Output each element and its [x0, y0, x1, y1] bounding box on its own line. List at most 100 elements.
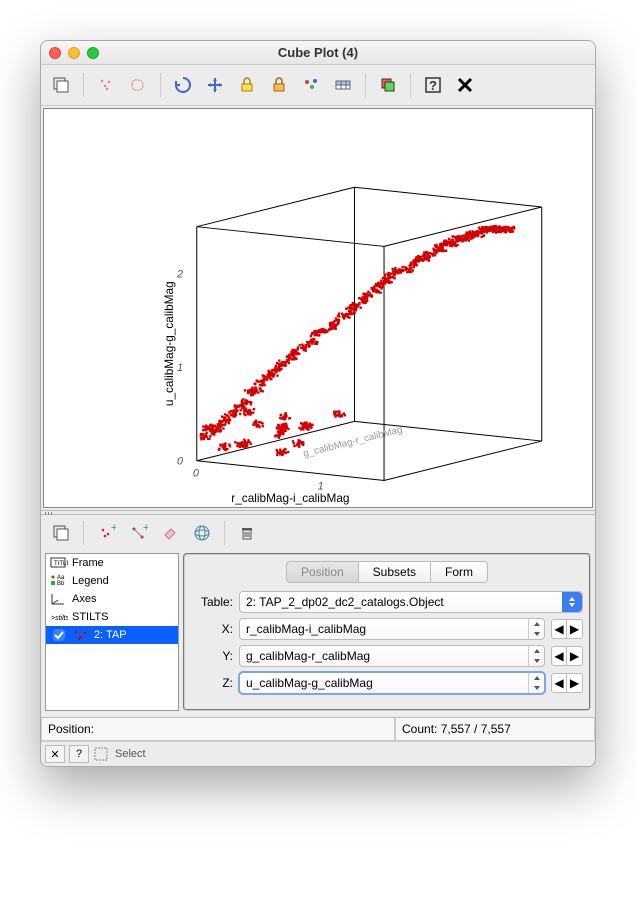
tree-label: 2: TAP — [94, 629, 127, 641]
spinner-icon[interactable] — [528, 646, 544, 666]
add-pair-button[interactable]: + — [124, 519, 152, 547]
z-value: u_calibMag-g_calibMag — [246, 676, 373, 690]
close-button[interactable] — [451, 71, 479, 99]
tab-position[interactable]: Position — [286, 561, 359, 583]
x-input[interactable]: r_calibMag-i_calibMag — [239, 618, 545, 640]
svg-text:Bb: Bb — [57, 581, 65, 587]
svg-text:?: ? — [429, 78, 437, 93]
y-input[interactable]: g_calibMag-r_calibMag — [239, 645, 545, 667]
separator — [83, 521, 84, 545]
x-label: X: — [191, 622, 233, 636]
spinner-icon[interactable] — [528, 619, 544, 639]
tree-item-layer[interactable]: 2: TAP — [46, 626, 178, 644]
svg-text:+: + — [111, 523, 116, 534]
dismiss-button[interactable]: ✕ — [45, 745, 65, 763]
select-label: Select — [113, 748, 146, 760]
select-icon — [93, 746, 109, 762]
frame-icon: TITLE — [50, 556, 68, 570]
separator — [83, 73, 84, 97]
tree-item-axes[interactable]: Axes — [46, 590, 178, 608]
lock-axes-button[interactable] — [233, 71, 261, 99]
z-label: Z: — [191, 676, 233, 690]
export-plot-button[interactable] — [47, 71, 75, 99]
layer-toolbar: + + — [41, 515, 595, 551]
svg-text:>stilts: >stilts — [51, 615, 68, 622]
sketch-button[interactable] — [297, 71, 325, 99]
tree-label: Frame — [72, 557, 104, 569]
delete-layer-button[interactable] — [233, 519, 261, 547]
tree-label: Legend — [72, 575, 109, 587]
svg-text:1: 1 — [177, 362, 183, 374]
svg-text:0: 0 — [177, 456, 183, 468]
position-panel: Position Subsets Form Table: 2: TAP_2_dp… — [183, 553, 591, 711]
status-position: Position: — [41, 718, 395, 741]
plot-canvas[interactable]: 01012 r_calibMag-i_calibMagu_calibMag-g_… — [43, 108, 593, 508]
separator — [365, 73, 366, 97]
svg-text:+: + — [143, 523, 148, 534]
prev-button[interactable]: ◀ — [551, 673, 567, 693]
svg-text:r_calibMag-i_calibMag: r_calibMag-i_calibMag — [231, 491, 349, 505]
tree-item-frame[interactable]: TITLE Frame — [46, 554, 178, 572]
add-position-button[interactable]: + — [92, 519, 120, 547]
tab-bar: Position Subsets Form — [191, 561, 583, 583]
select-arrows-icon — [562, 592, 582, 612]
prev-button[interactable]: ◀ — [551, 619, 567, 639]
blob-subset-button[interactable] — [124, 71, 152, 99]
z-input[interactable]: u_calibMag-g_calibMag — [239, 672, 545, 694]
grid-button[interactable] — [329, 71, 357, 99]
svg-text:g_calibMag-r_calibMag: g_calibMag-r_calibMag — [302, 424, 403, 459]
x-value: r_calibMag-i_calibMag — [246, 622, 366, 636]
erase-button[interactable] — [156, 519, 184, 547]
separator — [160, 73, 161, 97]
globe-button[interactable] — [188, 519, 216, 547]
tree-label: STILTS — [72, 611, 108, 623]
y-label: Y: — [191, 649, 233, 663]
legend-icon: AaBb — [50, 574, 68, 588]
tree-item-legend[interactable]: AaBb Legend — [46, 572, 178, 590]
svg-text:TITLE: TITLE — [54, 561, 68, 567]
layer-tree[interactable]: TITLE Frame AaBb Legend Axes >stilts STI… — [45, 553, 179, 711]
scatter-icon — [72, 628, 90, 642]
main-toolbar: ? — [41, 65, 595, 106]
help-footer-button[interactable]: ? — [69, 745, 89, 763]
next-button[interactable]: ▶ — [567, 673, 583, 693]
next-button[interactable]: ▶ — [567, 646, 583, 666]
tree-label: Axes — [72, 593, 96, 605]
layers-export-button[interactable] — [47, 519, 75, 547]
separator — [410, 73, 411, 97]
next-button[interactable]: ▶ — [567, 619, 583, 639]
tab-form[interactable]: Form — [431, 561, 488, 583]
stilts-icon: >stilts — [50, 610, 68, 624]
tab-subsets[interactable]: Subsets — [359, 561, 431, 583]
recenter-button[interactable] — [201, 71, 229, 99]
status-bar: Position: Count: 7,557 / 7,557 — [41, 717, 595, 741]
svg-text:0: 0 — [193, 468, 199, 480]
cube-plot-window: Cube Plot (4) ? 01012 r_calibMag-i_calib… — [40, 40, 596, 767]
tree-item-stilts[interactable]: >stilts STILTS — [46, 608, 178, 626]
prev-button[interactable]: ◀ — [551, 646, 567, 666]
svg-text:u_calibMag-g_calibMag: u_calibMag-g_calibMag — [162, 281, 176, 406]
rescale-button[interactable] — [169, 71, 197, 99]
draw-subset-button[interactable] — [92, 71, 120, 99]
footer: ✕ ? Select — [41, 741, 595, 766]
status-count: Count: 7,557 / 7,557 — [395, 718, 595, 741]
titlebar[interactable]: Cube Plot (4) — [41, 41, 595, 65]
x-nav: ◀ ▶ — [551, 619, 583, 639]
window-title: Cube Plot (4) — [41, 45, 595, 60]
help-button[interactable]: ? — [419, 71, 447, 99]
add-layer-button[interactable] — [374, 71, 402, 99]
separator — [224, 521, 225, 545]
table-label: Table: — [191, 595, 233, 609]
axes-icon — [50, 592, 68, 606]
lock-aux-button[interactable] — [265, 71, 293, 99]
y-nav: ◀ ▶ — [551, 646, 583, 666]
table-select[interactable]: 2: TAP_2_dp02_dc2_catalogs.Object — [239, 591, 583, 613]
spinner-icon[interactable] — [528, 673, 544, 693]
svg-text:2: 2 — [176, 268, 183, 280]
checkbox-icon[interactable] — [50, 628, 68, 642]
control-panel: TITLE Frame AaBb Legend Axes >stilts STI… — [41, 551, 595, 717]
y-value: g_calibMag-r_calibMag — [246, 649, 370, 663]
table-value: 2: TAP_2_dp02_dc2_catalogs.Object — [246, 595, 444, 609]
z-nav: ◀ ▶ — [551, 673, 583, 693]
splitter[interactable] — [41, 510, 595, 515]
